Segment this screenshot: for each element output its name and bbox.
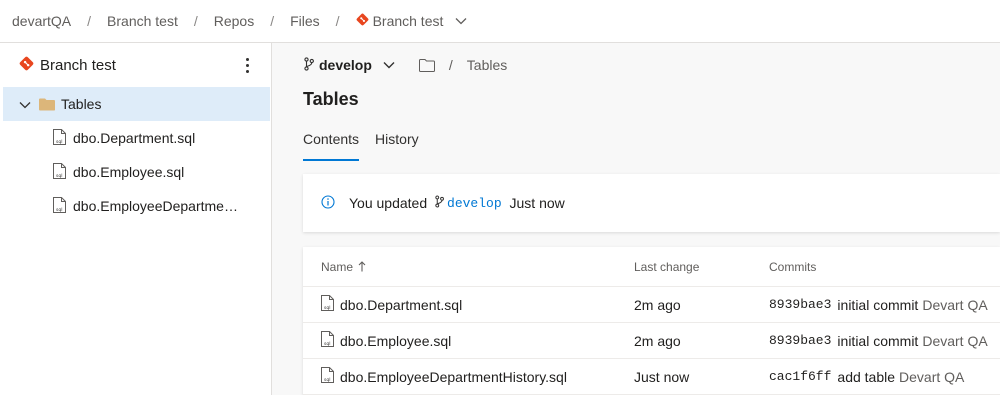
row-last-change: 2m ago — [634, 332, 681, 349]
sql-file-icon: sql — [53, 128, 66, 148]
column-commits-header[interactable]: Commits — [769, 260, 816, 274]
row-commit-author: Devart QA — [922, 296, 988, 313]
tabs: Contents History — [303, 131, 435, 161]
column-name-header[interactable]: Name — [321, 260, 366, 274]
tree-file-label: dbo.EmployeeDepartmen... — [73, 198, 243, 214]
row-commit-message: initial commit — [837, 332, 919, 349]
svg-text:sql: sql — [56, 139, 62, 145]
row-last-change: 2m ago — [634, 296, 681, 313]
breadcrumb-files[interactable]: Files — [290, 13, 320, 29]
sql-file-icon: sql — [53, 196, 66, 216]
update-banner-text: You updated develop Just now — [349, 195, 565, 211]
row-commit-author: Devart QA — [899, 368, 965, 385]
branch-picker-label: develop — [319, 57, 372, 73]
git-repo-icon — [19, 56, 34, 74]
svg-text:sql: sql — [324, 377, 330, 383]
branch-picker-button[interactable]: develop — [304, 56, 395, 74]
row-commit-message: add table — [837, 368, 896, 385]
branch-icon — [304, 56, 314, 74]
file-tree-pane: Branch test Tables sql dbo.Department.sq… — [0, 43, 272, 395]
tree-file-label: dbo.Employee.sql — [73, 164, 185, 180]
table-row[interactable]: sql dbo.Employee.sql 2m ago 8939bae3 ini… — [303, 323, 1000, 359]
page-title: Tables — [303, 89, 359, 109]
breadcrumb-repo-label: Branch test — [372, 13, 444, 29]
sql-file-icon: sql — [53, 162, 66, 182]
row-commit-message: initial commit — [837, 296, 919, 313]
git-repo-icon — [356, 13, 369, 29]
tree-file-label: dbo.Department.sql — [73, 130, 196, 146]
tree-repo-title: Branch test — [40, 56, 116, 74]
row-file-name[interactable]: dbo.Department.sql — [340, 297, 462, 313]
breadcrumb-project[interactable]: Branch test — [107, 13, 178, 29]
tree-file[interactable]: sql dbo.EmployeeDepartmen... — [0, 189, 271, 223]
sql-file-icon: sql — [321, 367, 334, 386]
tree-folder-label: Tables — [61, 96, 102, 112]
tree-file[interactable]: sql dbo.Employee.sql — [0, 155, 271, 189]
row-file-name[interactable]: dbo.EmployeeDepartmentHistory.sql — [340, 369, 567, 385]
sort-up-icon — [358, 261, 366, 272]
chevron-down-icon — [383, 61, 395, 69]
chevron-down-icon — [455, 17, 467, 25]
table-row[interactable]: sql dbo.Department.sql 2m ago 8939bae3 i… — [303, 287, 1000, 323]
svg-text:sql: sql — [324, 305, 330, 311]
row-commit-id[interactable]: 8939bae3 — [769, 297, 831, 312]
svg-text:sql: sql — [324, 341, 330, 347]
breadcrumb-org[interactable]: devartQA — [12, 13, 71, 29]
row-file-name[interactable]: dbo.Employee.sql — [340, 333, 451, 349]
folder-icon — [39, 98, 55, 111]
svg-text:sql: sql — [56, 207, 62, 213]
column-last-change-header[interactable]: Last change — [634, 260, 699, 274]
breadcrumb-repos[interactable]: Repos — [214, 13, 254, 29]
row-commit-id[interactable]: cac1f6ff — [769, 369, 831, 384]
breadcrumb: devartQA / Branch test / Repos / Files /… — [0, 0, 1000, 43]
main-content: develop / Tables Tables Contents History… — [272, 43, 1000, 395]
info-icon — [321, 194, 335, 212]
chevron-down-icon[interactable] — [19, 96, 31, 112]
sql-file-icon: sql — [321, 331, 334, 350]
tree-file[interactable]: sql dbo.Department.sql — [0, 121, 271, 155]
table-row[interactable]: sql dbo.EmployeeDepartmentHistory.sql Ju… — [303, 359, 1000, 395]
tab-contents[interactable]: Contents — [303, 131, 360, 161]
tab-history[interactable]: History — [375, 131, 419, 161]
path-bar: develop / Tables — [304, 55, 507, 75]
row-commit-author: Devart QA — [922, 332, 988, 349]
svg-text:sql: sql — [56, 173, 62, 179]
update-banner-branch-link[interactable]: develop — [435, 195, 502, 211]
path-current[interactable]: Tables — [467, 57, 507, 73]
more-icon[interactable] — [241, 55, 253, 75]
row-commit-id[interactable]: 8939bae3 — [769, 333, 831, 348]
row-last-change: Just now — [634, 368, 690, 385]
tree-header: Branch test — [0, 43, 271, 87]
tree-folder-tables[interactable]: Tables — [3, 87, 270, 121]
update-banner: You updated develop Just now — [303, 174, 1000, 232]
branch-icon — [435, 195, 444, 211]
breadcrumb-repo-picker[interactable]: Branch test — [356, 13, 468, 29]
sql-file-icon: sql — [321, 295, 334, 314]
table-header: Name Last change Commits — [303, 247, 1000, 287]
folder-outline-icon[interactable] — [418, 58, 435, 72]
files-table: Name Last change Commits sql dbo.Departm… — [303, 247, 1000, 395]
